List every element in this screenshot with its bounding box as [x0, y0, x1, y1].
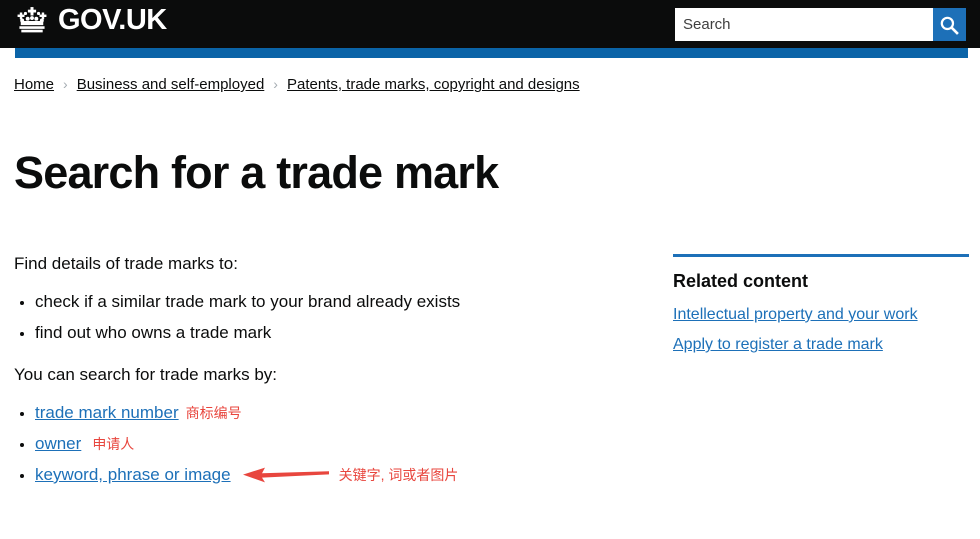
list-item: keyword, phrase or image 关键字, 词或者图片 [35, 463, 614, 487]
related-link-intellectual-property[interactable]: Intellectual property and your work [673, 306, 918, 323]
search-by-list: trade mark number 商标编号 owner 申请人 keyword, … [14, 401, 614, 487]
page-title: Search for a trade mark [14, 147, 499, 198]
header-blue-divider [15, 48, 968, 58]
related-link-apply-to-register[interactable]: Apply to register a trade mark [673, 336, 883, 353]
related-content-title: Related content [673, 271, 809, 291]
purpose-list: check if a similar trade mark to your br… [14, 290, 614, 345]
link-trade-mark-number[interactable]: trade mark number [35, 403, 179, 422]
breadcrumb-item-patents[interactable]: Patents, trade marks, copyright and desi… [287, 75, 580, 95]
link-keyword-phrase-or-image[interactable]: keyword, phrase or image [35, 463, 231, 487]
site-search [675, 8, 966, 41]
gov-uk-logo-link[interactable]: GOV.UK [14, 5, 167, 35]
annotation-keyword-label: 关键字, 词或者图片 [338, 467, 459, 483]
annotation-keyword: 关键字, 词或者图片 [242, 463, 459, 487]
list-item: trade mark number 商标编号 [35, 401, 614, 425]
breadcrumb-separator-icon: › [273, 76, 278, 92]
related-content-list: Intellectual property and your work Appl… [673, 305, 969, 355]
annotation-trade-mark-number: 商标编号 [185, 405, 242, 421]
crown-icon [17, 7, 47, 33]
search-button[interactable] [932, 8, 966, 41]
search-input[interactable] [675, 8, 933, 41]
related-content-panel: Related content Intellectual property an… [673, 254, 969, 365]
list-item: find out who owns a trade mark [35, 321, 614, 345]
intro-paragraph-2: You can search for trade marks by: [14, 365, 278, 384]
list-item: owner 申请人 [35, 432, 614, 456]
left-arrow-annotation-icon [242, 467, 329, 483]
breadcrumb-separator-icon: › [63, 76, 68, 92]
main-content: Find details of trade marks to: check if… [14, 252, 614, 505]
list-item: check if a similar trade mark to your br… [35, 290, 614, 314]
gov-uk-logo-text: GOV.UK [58, 4, 167, 36]
list-item: Apply to register a trade mark [673, 335, 969, 355]
link-owner[interactable]: owner [35, 434, 81, 453]
intro-paragraph-1: Find details of trade marks to: [14, 254, 238, 273]
breadcrumb: Home › Business and self-employed › Pate… [14, 74, 580, 95]
list-item: Intellectual property and your work [673, 305, 969, 325]
annotation-owner: 申请人 [92, 436, 135, 452]
search-icon [940, 16, 960, 35]
keyword-row: keyword, phrase or image 关键字, 词或者图片 [35, 463, 614, 487]
breadcrumb-item-business[interactable]: Business and self-employed [77, 75, 265, 95]
gov-uk-header: GOV.UK [0, 0, 980, 48]
breadcrumb-item-home[interactable]: Home [14, 75, 54, 95]
